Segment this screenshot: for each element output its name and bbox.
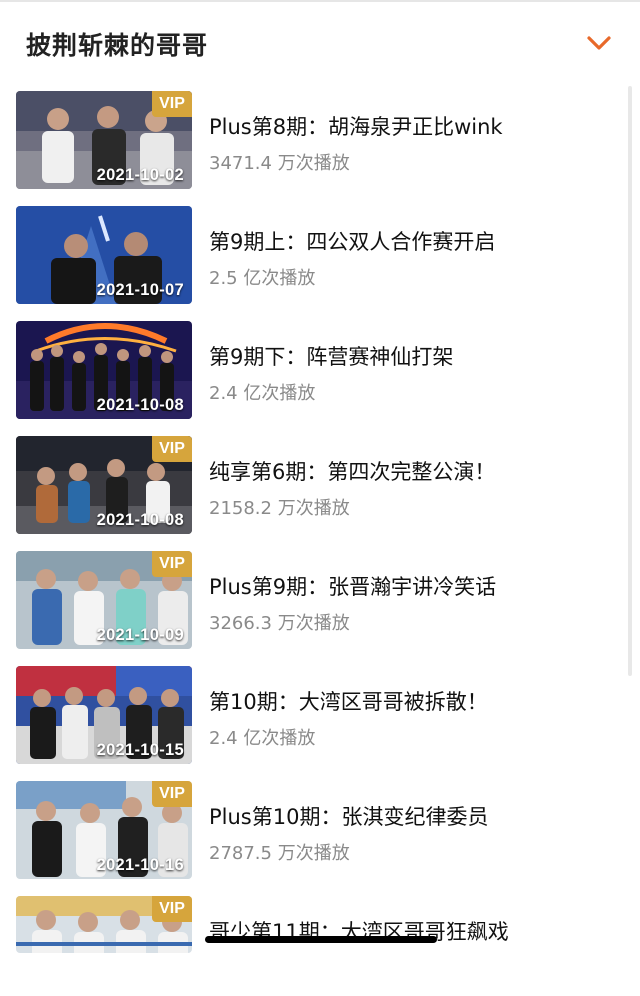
scrollbar[interactable] (628, 86, 632, 676)
episode-title: 第9期上：四公双人合作赛开启 (209, 230, 496, 254)
release-date: 2021-10-08 (96, 396, 184, 414)
episode-title: 第10期：大湾区哥哥被拆散！ (209, 690, 488, 714)
episode-thumbnail: VIP (16, 896, 192, 953)
vip-badge: VIP (152, 436, 192, 462)
view-count: 3266.3 万次播放 (209, 613, 350, 634)
episode-item[interactable]: VIP 2021-10-16 Plus第10期：张淇变纪律委员 2787.5 万… (0, 781, 620, 881)
vip-badge: VIP (152, 781, 192, 807)
episode-title: 纯享第6期：第四次完整公演！ (209, 460, 496, 484)
episode-thumbnail: 2021-10-07 (16, 206, 192, 304)
episode-thumbnail: VIP 2021-10-16 (16, 781, 192, 879)
release-date: 2021-10-02 (96, 166, 184, 184)
episode-title: 第9期下：阵营赛神仙打架 (209, 345, 454, 369)
view-count: 2.4 亿次播放 (209, 383, 316, 404)
episode-thumbnail: VIP 2021-10-08 (16, 436, 192, 534)
episode-item[interactable]: VIP 2021-10-08 纯享第6期：第四次完整公演！ 2158.2 万次播… (0, 436, 620, 536)
episode-item[interactable]: 2021-10-07 第9期上：四公双人合作赛开启 2.5 亿次播放 (0, 206, 620, 306)
episode-title: Plus第8期：胡海泉尹正比wink (209, 115, 503, 139)
release-date: 2021-10-07 (96, 281, 184, 299)
view-count: 2.4 亿次播放 (209, 728, 316, 749)
vip-badge: VIP (152, 551, 192, 577)
episode-thumbnail: VIP 2021-10-02 (16, 91, 192, 189)
episode-item[interactable]: VIP 哥少第11期：大湾区哥哥狂飙戏 (0, 896, 620, 996)
episode-item[interactable]: 2021-10-08 第9期下：阵营赛神仙打架 2.4 亿次播放 (0, 321, 620, 421)
episode-item[interactable]: VIP 2021-10-02 Plus第8期：胡海泉尹正比wink 3471.4… (0, 91, 620, 191)
chevron-down-icon[interactable] (586, 30, 612, 56)
view-count: 2787.5 万次播放 (209, 843, 350, 864)
episode-item[interactable]: VIP 2021-10-09 Plus第9期：张晋瀚宇讲冷笑话 3266.3 万… (0, 551, 620, 651)
release-date: 2021-10-09 (96, 626, 184, 644)
episode-title: Plus第10期：张淇变纪律委员 (209, 805, 489, 829)
redaction-mark (205, 936, 437, 943)
release-date: 2021-10-16 (96, 856, 184, 874)
episode-thumbnail: 2021-10-08 (16, 321, 192, 419)
vip-badge: VIP (152, 91, 192, 117)
release-date: 2021-10-08 (96, 511, 184, 529)
view-count: 2.5 亿次播放 (209, 268, 316, 289)
show-title: 披荆斩棘的哥哥 (26, 31, 209, 60)
view-count: 2158.2 万次播放 (209, 498, 350, 519)
section-header: 披荆斩棘的哥哥 (0, 2, 640, 86)
release-date: 2021-10-15 (96, 741, 184, 759)
episode-title: Plus第9期：张晋瀚宇讲冷笑话 (209, 575, 497, 599)
episode-thumbnail: VIP 2021-10-09 (16, 551, 192, 649)
view-count: 3471.4 万次播放 (209, 153, 350, 174)
episode-item[interactable]: 2021-10-15 第10期：大湾区哥哥被拆散！ 2.4 亿次播放 (0, 666, 620, 766)
episode-thumbnail: 2021-10-15 (16, 666, 192, 764)
vip-badge: VIP (152, 896, 192, 922)
